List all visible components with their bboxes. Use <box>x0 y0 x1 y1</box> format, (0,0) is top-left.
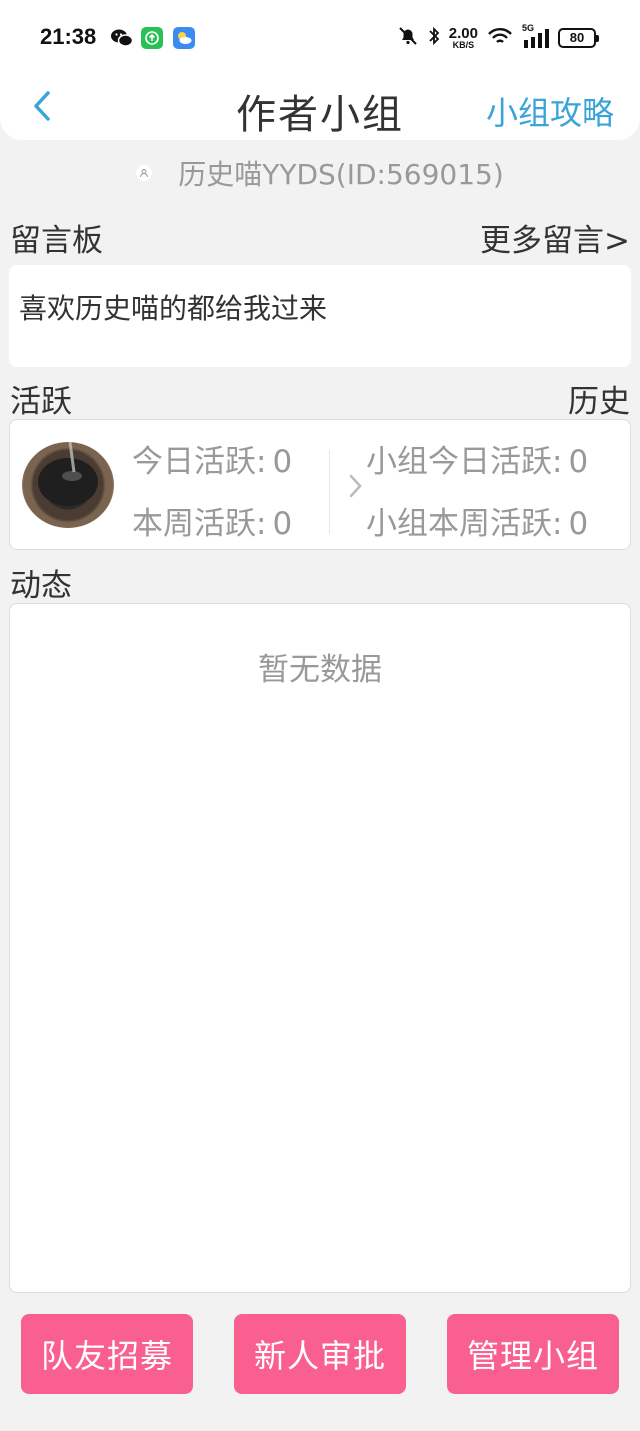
message-board-header: 留言板 更多留言> <box>10 215 630 260</box>
battery-icon: 80 <box>558 28 599 48</box>
group-guide-link[interactable]: 小组攻略 <box>486 88 614 134</box>
status-indicators: 2.00 KB/S 5G 80 <box>397 22 599 54</box>
network-speed: 2.00 KB/S <box>449 26 478 50</box>
nav-bar: 作者小组 小组攻略 <box>0 78 640 140</box>
week-active: 本周活跃: 0 <box>132 498 292 543</box>
group-week-active-value: 0 <box>568 506 589 542</box>
chevron-right-icon <box>346 472 366 504</box>
group-week-active: 小组本周活跃: 0 <box>366 498 588 543</box>
feed-card: 暂无数据 <box>9 603 631 1293</box>
weather-icon <box>173 27 195 49</box>
group-week-active-label: 小组本周活跃: <box>366 506 563 542</box>
today-active-label: 今日活跃: <box>132 444 267 480</box>
feed-title: 动态 <box>10 568 72 604</box>
bluetooth-icon <box>427 25 441 51</box>
activity-card[interactable]: 今日活跃: 0 本周活跃: 0 小组今日活跃: 0 小组本周活跃: 0 <box>9 419 631 550</box>
approve-button[interactable]: 新人审批 <box>234 1314 406 1394</box>
mute-icon <box>397 25 419 51</box>
activity-divider <box>329 450 330 534</box>
network-speed-unit: KB/S <box>452 40 475 50</box>
message-board-title: 留言板 <box>10 223 103 259</box>
manage-group-button[interactable]: 管理小组 <box>447 1314 619 1394</box>
status-time: 21:38 <box>40 24 97 49</box>
green-app-icon <box>141 27 163 49</box>
user-avatar-icon <box>136 165 153 181</box>
battery-level: 80 <box>569 30 585 45</box>
more-messages-link[interactable]: 更多留言> <box>480 215 630 260</box>
wechat-icon <box>110 27 134 49</box>
group-today-active: 小组今日活跃: 0 <box>366 436 588 481</box>
week-active-value: 0 <box>272 506 293 542</box>
week-active-label: 本周活跃: <box>132 506 267 542</box>
activity-header: 活跃 历史 <box>10 376 630 421</box>
today-active: 今日活跃: 0 <box>132 436 292 481</box>
user-info: 历史喵YYDS(ID:569015) <box>0 150 640 196</box>
group-today-active-value: 0 <box>568 444 589 480</box>
activity-history-link[interactable]: 历史 <box>568 376 630 421</box>
signal-label: 5G <box>522 23 535 33</box>
group-avatar <box>22 442 114 528</box>
wifi-icon <box>486 25 514 51</box>
feed-empty-text: 暂无数据 <box>258 652 382 688</box>
recruit-button[interactable]: 队友招募 <box>21 1314 193 1394</box>
feed-header: 动态 <box>10 560 630 605</box>
message-board-card: 喜欢历史喵的都给我过来 <box>9 265 631 367</box>
today-active-value: 0 <box>272 444 293 480</box>
group-today-active-label: 小组今日活跃: <box>366 444 563 480</box>
network-speed-value: 2.00 <box>448 25 478 42</box>
status-bar: 21:38 2.00 KB/S 5G 80 <box>0 0 640 78</box>
message-board-content: 喜欢历史喵的都给我过来 <box>19 292 328 325</box>
user-id-text: 历史喵YYDS(ID:569015) <box>178 158 504 191</box>
signal-icon: 5G <box>522 23 550 49</box>
activity-title: 活跃 <box>10 384 72 420</box>
